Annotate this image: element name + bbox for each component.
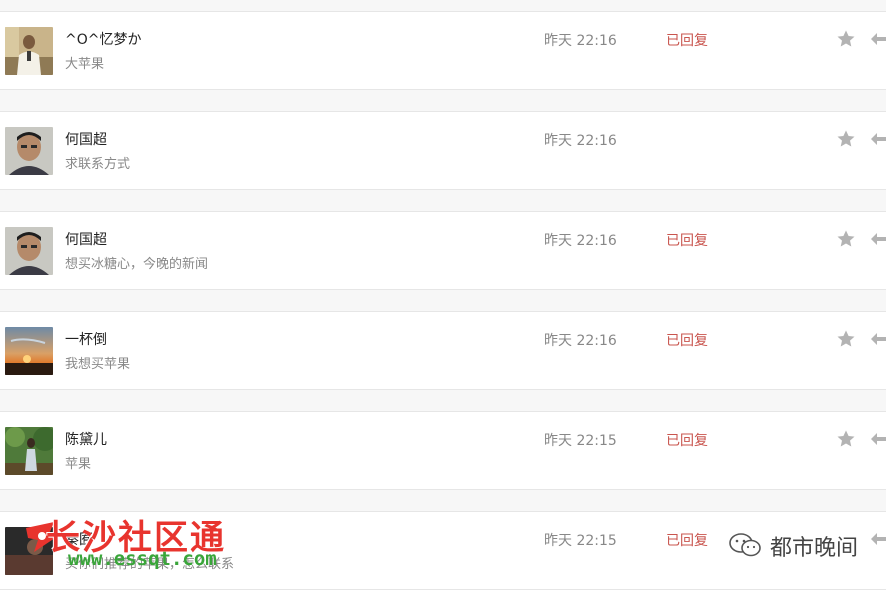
status-badge: 已回复 xyxy=(666,233,708,249)
message-row[interactable]: ^O^忆梦か 大苹果 昨天 22:16 已回复 xyxy=(0,11,886,90)
timestamp: 昨天 22:16 xyxy=(544,33,617,49)
message-preview: 苹果 xyxy=(65,457,92,472)
message-row[interactable]: 何国超 求联系方式 昨天 22:16 xyxy=(0,111,886,190)
reply-arrow-icon[interactable] xyxy=(870,531,886,547)
message-row[interactable]: 陈黛儿 苹果 昨天 22:15 已回复 xyxy=(0,411,886,490)
timestamp: 昨天 22:15 xyxy=(544,433,617,449)
status-badge: 已回复 xyxy=(666,533,708,549)
star-icon[interactable] xyxy=(836,329,856,349)
message-preview: 想买冰糖心，今晚的新闻 xyxy=(65,257,209,272)
reply-arrow-icon[interactable] xyxy=(870,31,886,47)
avatar[interactable] xyxy=(5,227,53,275)
reply-arrow-icon[interactable] xyxy=(870,231,886,247)
avatar[interactable] xyxy=(5,27,53,75)
sender-name[interactable]: 一杯倒 xyxy=(65,329,107,349)
sender-name[interactable]: 何国超 xyxy=(65,229,107,249)
star-icon[interactable] xyxy=(836,129,856,149)
avatar[interactable] xyxy=(5,127,53,175)
sender-name[interactable]: 何国超 xyxy=(65,129,107,149)
sender-name[interactable]: 陈黛儿 xyxy=(65,429,107,449)
message-row[interactable]: 秦囿 买你们推荐的苹果，怎么联系 昨天 22:15 已回复 xyxy=(0,511,886,590)
avatar[interactable] xyxy=(5,527,53,575)
reply-arrow-icon[interactable] xyxy=(870,431,886,447)
avatar[interactable] xyxy=(5,327,53,375)
reply-arrow-icon[interactable] xyxy=(870,331,886,347)
timestamp: 昨天 22:16 xyxy=(544,233,617,249)
status-badge: 已回复 xyxy=(666,433,708,449)
star-icon[interactable] xyxy=(836,429,856,449)
message-preview: 求联系方式 xyxy=(65,157,131,172)
message-preview: 买你们推荐的苹果，怎么联系 xyxy=(65,557,235,572)
avatar[interactable] xyxy=(5,427,53,475)
sender-name[interactable]: ^O^忆梦か xyxy=(65,29,141,49)
timestamp: 昨天 22:16 xyxy=(544,133,617,149)
status-badge: 已回复 xyxy=(666,33,708,49)
message-preview: 我想买苹果 xyxy=(65,357,131,372)
message-row[interactable]: 何国超 想买冰糖心，今晚的新闻 昨天 22:16 已回复 xyxy=(0,211,886,290)
timestamp: 昨天 22:15 xyxy=(544,533,617,549)
timestamp: 昨天 22:16 xyxy=(544,333,617,349)
star-icon[interactable] xyxy=(836,29,856,49)
sender-name[interactable]: 秦囿 xyxy=(65,529,93,549)
message-row[interactable]: 一杯倒 我想买苹果 昨天 22:16 已回复 xyxy=(0,311,886,390)
star-icon[interactable] xyxy=(836,229,856,249)
message-preview: 大苹果 xyxy=(65,57,105,72)
reply-arrow-icon[interactable] xyxy=(870,131,886,147)
status-badge: 已回复 xyxy=(666,333,708,349)
